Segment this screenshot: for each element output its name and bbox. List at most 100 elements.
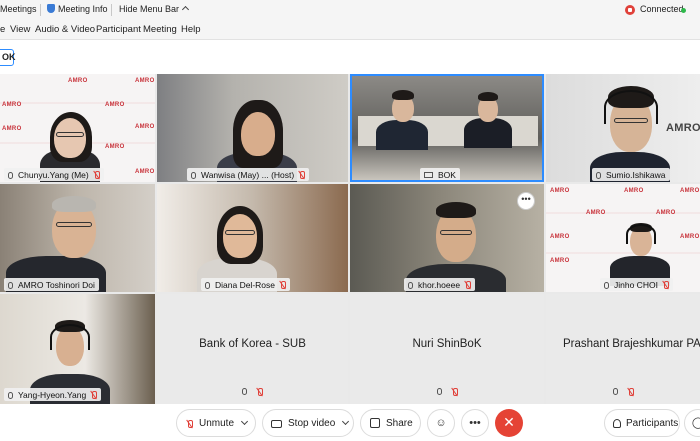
backdrop-logo: AMRO	[2, 102, 22, 108]
audio-icon	[8, 172, 13, 179]
name-label: Chunyu.Yang (Me)	[4, 168, 104, 181]
muted-mic-icon	[663, 281, 669, 289]
muted-mic-icon	[280, 281, 286, 289]
audio-icon	[191, 172, 196, 179]
audio-status	[350, 388, 544, 397]
muted-mic-icon	[187, 420, 193, 428]
more-options-button[interactable]: •••	[517, 192, 535, 210]
screen-icon	[424, 172, 433, 178]
more-icon: •••	[469, 417, 481, 429]
chevron-down-icon[interactable]	[342, 417, 350, 426]
video-tile-active-speaker[interactable]: BOK	[350, 74, 544, 182]
audio-status	[157, 388, 348, 397]
connected-indicator-icon	[681, 8, 686, 13]
video-tile[interactable]: AMRO AMRO AMRO AMRO AMRO AMRO AMRO AMRO …	[0, 74, 155, 182]
audio-icon	[8, 392, 13, 399]
backdrop-logo: AMRO	[680, 188, 700, 194]
muted-mic-icon	[628, 388, 634, 396]
menu-view[interactable]: View	[10, 24, 30, 35]
backdrop-logo: AMRO	[680, 234, 700, 240]
video-tile[interactable]: AMRO Sumio.Ishikawa	[546, 74, 700, 182]
video-tile[interactable]: Yang-Hyeon.Yang	[0, 294, 155, 404]
active-speaker-badge[interactable]: OK	[0, 49, 16, 66]
name-label: Jinho CHOI	[600, 278, 673, 291]
leave-meeting-button[interactable]: ✕	[495, 409, 523, 437]
name-label: Wanwisa (May) ... (Host)	[187, 168, 310, 181]
more-button[interactable]: •••	[461, 409, 489, 437]
video-tile[interactable]: AMRO AMRO AMRO AMRO AMRO AMRO AMRO AMRO …	[546, 184, 700, 292]
stop-video-button[interactable]: Stop video	[262, 409, 354, 437]
backdrop-logo: AMRO	[550, 258, 570, 264]
unmute-label: Unmute	[199, 418, 235, 429]
backdrop-logo: AMRO	[135, 78, 155, 84]
participant-name: Prashant Brajeshkumar PAN	[563, 338, 700, 350]
share-label: Share	[386, 418, 413, 429]
audio-icon	[612, 388, 618, 395]
share-button[interactable]: Share	[360, 409, 421, 437]
menu-audio-video[interactable]: Audio & Video	[35, 24, 95, 35]
menu-bar: e View Audio & Video Participant Meeting…	[0, 20, 700, 40]
participant-name: Nuri ShinBoK	[412, 338, 482, 350]
share-icon	[370, 418, 380, 428]
meeting-info-button[interactable]: Meeting Info	[47, 4, 108, 14]
close-icon: ✕	[503, 414, 515, 430]
backdrop-logo: AMRO	[135, 124, 155, 130]
backdrop-logo: AMRO	[105, 102, 125, 108]
menu-file[interactable]: e	[0, 24, 5, 35]
audio-icon	[436, 388, 442, 395]
participant-name: Bank of Korea - SUB	[199, 338, 306, 350]
audio-only-tile[interactable]: Bank of Korea - SUB	[157, 294, 348, 404]
person-icon	[613, 419, 621, 428]
hide-menu-bar-button[interactable]: Hide Menu Bar	[119, 4, 190, 14]
video-tile[interactable]: ••• khor.hoeee	[350, 184, 544, 292]
unmute-button[interactable]: Unmute	[176, 409, 256, 437]
meetings-tab[interactable]: Meetings	[0, 4, 37, 14]
divider	[111, 4, 112, 16]
backdrop-logo: AMRO	[2, 126, 22, 132]
reactions-button[interactable]: ☺	[427, 409, 455, 437]
chevron-down-icon[interactable]	[240, 417, 249, 426]
menu-help[interactable]: Help	[181, 24, 201, 35]
muted-mic-icon	[94, 171, 100, 179]
stop-video-label: Stop video	[288, 418, 336, 429]
backdrop-logo: AMRO	[624, 188, 644, 194]
backdrop-logo: AMRO	[656, 210, 676, 216]
backdrop-logo: AMRO	[135, 169, 155, 175]
audio-icon	[596, 172, 601, 179]
chevron-up-icon	[181, 5, 190, 14]
video-tile[interactable]: Wanwisa (May) ... (Host)	[157, 74, 348, 182]
name-label: BOK	[420, 168, 460, 180]
backdrop-logo: AMRO	[666, 122, 700, 134]
audio-icon	[242, 388, 247, 395]
muted-mic-icon	[299, 171, 306, 179]
meeting-info-label: Meeting Info	[58, 4, 108, 14]
video-camera-icon	[271, 420, 282, 428]
name-label: AMRO Toshinori Doi	[4, 278, 99, 291]
audio-status	[546, 388, 700, 397]
backdrop-logo: AMRO	[550, 188, 570, 194]
menu-meeting[interactable]: Meeting	[143, 24, 177, 35]
menu-participant[interactable]: Participant	[96, 24, 141, 35]
audio-only-tile[interactable]: Prashant Brajeshkumar PAN	[546, 294, 700, 404]
audio-icon	[205, 282, 210, 289]
video-grid: AMRO AMRO AMRO AMRO AMRO AMRO AMRO AMRO …	[0, 74, 700, 404]
meeting-controls: Unmute Stop video Share ☺ ••• ✕ Particip…	[0, 404, 700, 441]
name-label: Yang-Hyeon.Yang	[4, 388, 102, 401]
muted-mic-icon	[465, 281, 472, 289]
name-label: khor.hoeee	[404, 278, 476, 291]
video-tile[interactable]: AMRO Toshinori Doi	[0, 184, 155, 292]
backdrop-logo: AMRO	[68, 78, 88, 84]
audio-icon	[408, 282, 413, 289]
video-tile[interactable]: Diana Del-Rose	[157, 184, 348, 292]
shield-icon	[47, 4, 55, 13]
audio-only-tile[interactable]: Nuri ShinBoK	[350, 294, 544, 404]
participants-button[interactable]: Participants	[604, 409, 680, 437]
chat-button[interactable]: ◯	[684, 409, 700, 437]
muted-mic-icon	[452, 388, 458, 396]
chat-icon: ◯	[691, 417, 700, 429]
name-label: Diana Del-Rose	[201, 278, 290, 291]
backdrop-logo: AMRO	[550, 234, 570, 240]
divider	[40, 4, 41, 16]
title-bar: Meetings Meeting Info Hide Menu Bar Conn…	[0, 0, 700, 20]
muted-mic-icon	[257, 388, 263, 396]
